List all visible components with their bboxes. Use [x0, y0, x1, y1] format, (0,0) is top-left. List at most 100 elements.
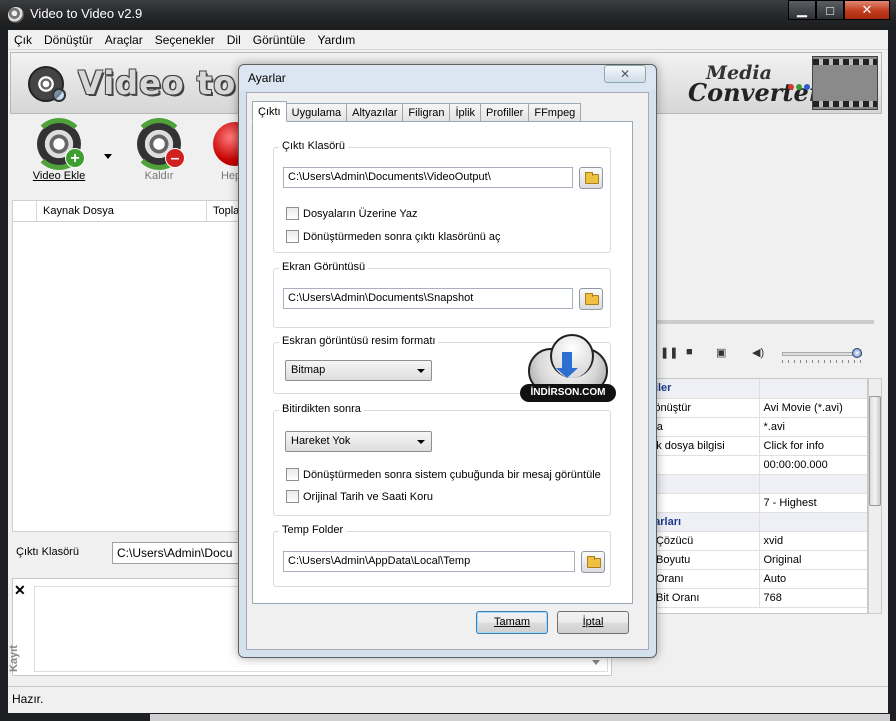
column-source-file[interactable]: Kaynak Dosya — [37, 201, 207, 221]
volume-slider[interactable] — [782, 352, 862, 356]
minimize-button[interactable]: ▁ — [788, 0, 816, 20]
remove-button[interactable]: – Kaldır — [124, 116, 194, 182]
minus-badge-icon: – — [165, 148, 185, 168]
property-row[interactable]: Kaynak dosya bilgisi Click for info — [621, 436, 867, 456]
checkbox-box[interactable] — [286, 490, 299, 503]
property-value[interactable]: Avi Movie (*.avi) — [759, 398, 867, 418]
overwrite-checkbox[interactable]: Dosyaların Üzerine Yaz — [286, 207, 418, 220]
close-log-icon[interactable]: ✕ — [14, 582, 26, 599]
tab-ffmpeg[interactable]: FFmpeg — [528, 103, 582, 122]
status-text: Hazır. — [12, 692, 44, 706]
remove-video-icon: – — [133, 118, 185, 170]
menu-tools[interactable]: Araçlar — [99, 33, 149, 47]
dialog-close-button[interactable]: ✕ — [604, 65, 646, 83]
file-list[interactable] — [12, 222, 252, 532]
add-video-button[interactable]: + Video Ekle — [24, 116, 94, 182]
menu-options[interactable]: Seçenekler — [149, 33, 221, 47]
snapshot-format-select[interactable]: Bitmap — [285, 360, 432, 381]
after-finish-select[interactable]: Hareket Yok — [285, 431, 432, 452]
properties-scroll-thumb[interactable] — [869, 396, 881, 506]
tab-watermark[interactable]: Filigran — [402, 103, 451, 122]
property-value[interactable]: Click for info — [759, 436, 867, 456]
snapshot-format-value: Bitmap — [291, 364, 326, 376]
property-section: ite — [621, 474, 867, 494]
keep-date-checkbox[interactable]: Orijinal Tarih ve Saati Koru — [286, 490, 433, 503]
magnifier-icon — [52, 88, 66, 102]
folder-icon — [587, 556, 601, 568]
logo-dot-blue — [804, 84, 810, 90]
browse-temp-button[interactable] — [581, 551, 605, 573]
property-value[interactable]: *.avi — [759, 417, 867, 437]
ok-button[interactable]: Tamam — [476, 611, 548, 634]
checkbox-box[interactable] — [286, 230, 299, 243]
property-section: eo Ayarları — [621, 512, 867, 532]
window-title: Video to Video v2.9 — [30, 6, 143, 21]
maximize-button[interactable]: □ — [816, 0, 844, 20]
tab-threads[interactable]: İplik — [449, 103, 482, 122]
menu-convert[interactable]: Dönüştür — [38, 33, 99, 47]
output-folder-input[interactable]: C:\Users\Admin\Docu — [112, 542, 252, 564]
property-row[interactable]: Video Çözücü xvid — [621, 531, 867, 551]
stop-icon[interactable]: ■ — [686, 346, 693, 358]
remove-label: Kaldır — [144, 170, 174, 182]
menu-help[interactable]: Yardım — [311, 33, 361, 47]
volume-knob[interactable] — [852, 348, 862, 358]
video-preview — [620, 118, 884, 326]
tab-output[interactable]: Çıktı — [252, 101, 287, 122]
snapshot-group-label: Ekran Görüntüsü — [279, 261, 369, 273]
tray-message-checkbox[interactable]: Dönüştürmeden sonra sistem çubuğunda bir… — [286, 468, 601, 481]
open-after-label: Dönüştürmeden sonra çıktı klasörünü aç — [303, 230, 501, 243]
add-video-label: Video Ekle — [32, 170, 86, 182]
logo-dot-green — [796, 84, 802, 90]
property-row[interactable]: Video Bit Oranı 768 — [621, 588, 867, 608]
tab-subtitles[interactable]: Altyazılar — [346, 103, 404, 122]
property-value[interactable]: 768 — [759, 588, 867, 608]
film-strip-icon — [812, 56, 878, 110]
menu-exit[interactable]: Çık — [8, 33, 38, 47]
seek-bar[interactable] — [620, 320, 874, 324]
cancel-label: İptal — [582, 616, 604, 628]
temp-path-input[interactable]: C:\Users\Admin\AppData\Local\Temp — [283, 551, 575, 572]
menu-language[interactable]: Dil — [221, 33, 247, 47]
close-window-button[interactable]: ✕ — [844, 0, 890, 20]
property-row[interactable]: Uzatma*.avi — [621, 417, 867, 437]
tab-application[interactable]: Uygulama — [285, 103, 348, 122]
logo-dot-red — [788, 84, 794, 90]
menu-view[interactable]: Görüntüle — [247, 33, 312, 47]
browse-output-button[interactable] — [579, 167, 603, 189]
chevron-down-icon — [417, 369, 425, 373]
add-video-dropdown-icon[interactable] — [104, 154, 112, 159]
property-row[interactable]: Video OranıAuto — [621, 569, 867, 589]
snapshot-icon[interactable]: ▣ — [716, 346, 726, 359]
checkbox-box[interactable] — [286, 207, 299, 220]
property-row[interactable]: una Dönüştür Avi Movie (*.avi) — [621, 398, 867, 418]
property-value[interactable]: 7 - Highest — [759, 493, 867, 513]
checkbox-box[interactable] — [286, 468, 299, 481]
property-row[interactable]: Kalite7 - Highest — [621, 493, 867, 513]
pause-icon[interactable]: ❚❚ — [660, 346, 678, 359]
property-value — [759, 512, 867, 532]
window-controls: ▁ □ ✕ — [788, 0, 890, 20]
output-path-input[interactable]: C:\Users\Admin\Documents\VideoOutput\ — [283, 167, 573, 188]
app-icon — [8, 7, 24, 23]
open-after-checkbox[interactable]: Dönüştürmeden sonra çıktı klasörünü aç — [286, 230, 501, 243]
browse-snapshot-button[interactable] — [579, 288, 603, 310]
cancel-button[interactable]: İptal — [557, 611, 629, 634]
property-value[interactable]: Auto — [759, 569, 867, 589]
property-value[interactable]: Original — [759, 550, 867, 570]
log-side-label: Kayıt — [8, 645, 20, 672]
status-bar — [8, 686, 888, 712]
property-value[interactable]: 00:00:00.000 — [759, 455, 867, 475]
property-row[interactable]: Video Boyutu Original — [621, 550, 867, 570]
folder-icon — [585, 293, 599, 305]
menu-bar: Çık Dönüştür Araçlar Seçenekler Dil Görü… — [8, 30, 888, 50]
keep-date-label: Orijinal Tarih ve Saati Koru — [303, 490, 434, 503]
folder-icon — [585, 172, 599, 184]
property-value[interactable]: xvid — [759, 531, 867, 551]
tab-profiles[interactable]: Profiller — [480, 103, 530, 122]
logo-dots — [788, 84, 810, 90]
scroll-down-icon[interactable] — [592, 660, 600, 665]
volume-icon[interactable]: ◀) — [752, 346, 764, 359]
snapshot-path-input[interactable]: C:\Users\Admin\Documents\Snapshot — [283, 288, 573, 309]
property-row[interactable]: Süre00:00:00.000 — [621, 455, 867, 475]
